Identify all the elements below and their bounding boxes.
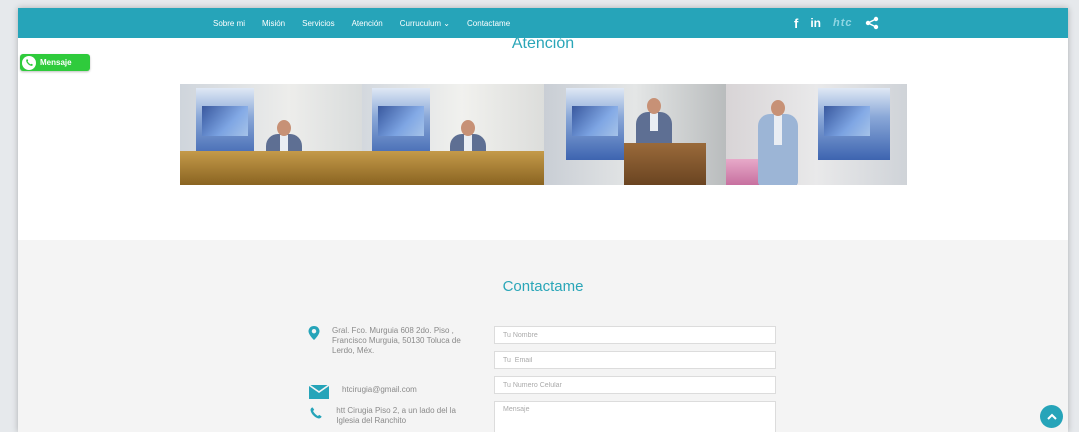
- nav-item-mision[interactable]: Misión: [262, 19, 285, 28]
- map-pin-icon: [308, 326, 320, 356]
- phone-icon: [308, 406, 324, 426]
- email-text: htcirugia@gmail.com: [342, 385, 417, 394]
- gallery-photo[interactable]: [362, 84, 544, 185]
- social-links: f in htc: [794, 8, 879, 38]
- linkedin-icon[interactable]: in: [810, 16, 821, 30]
- whatsapp-icon: [22, 55, 36, 70]
- contact-location: htt Cirugia Piso 2, a un lado del la Igl…: [308, 406, 478, 426]
- page-frame: Sobre mi Misión Servicios Atención Curru…: [18, 8, 1068, 432]
- contact-form: [494, 326, 776, 432]
- chevron-up-icon: [1046, 413, 1057, 420]
- nav-item-sobre-mi[interactable]: Sobre mi: [213, 19, 245, 28]
- photo-gallery: [180, 84, 907, 185]
- gallery-photo[interactable]: [726, 84, 907, 185]
- gallery-photo[interactable]: [544, 84, 726, 185]
- whatsapp-label: Mensaje: [40, 58, 72, 67]
- contact-title: Contactame: [502, 278, 584, 295]
- share-icon[interactable]: [865, 16, 879, 30]
- htc-logo[interactable]: htc: [833, 17, 853, 29]
- nav-item-servicios[interactable]: Servicios: [302, 19, 334, 28]
- contact-email: htcirugia@gmail.com: [308, 385, 478, 399]
- nav-menu: Sobre mi Misión Servicios Atención Curru…: [213, 8, 510, 38]
- location-text: htt Cirugia Piso 2, a un lado del la Igl…: [336, 406, 456, 425]
- gallery-photo[interactable]: [180, 84, 362, 185]
- facebook-icon[interactable]: f: [794, 16, 798, 31]
- message-textarea[interactable]: [494, 401, 776, 432]
- phone-input[interactable]: [494, 376, 776, 394]
- name-input[interactable]: [494, 326, 776, 344]
- email-input[interactable]: [494, 351, 776, 369]
- contact-address: Gral. Fco. Murguia 608 2do. Piso , Franc…: [308, 326, 478, 356]
- nav-item-curruculum-dropdown[interactable]: Curruculum ⌄: [400, 19, 450, 28]
- atencion-title: Atención: [511, 35, 575, 52]
- nav-item-contactame[interactable]: Contactame: [467, 19, 510, 28]
- scroll-to-top-button[interactable]: [1040, 405, 1063, 428]
- envelope-icon: [308, 385, 330, 399]
- top-navbar: Sobre mi Misión Servicios Atención Curru…: [18, 8, 1068, 38]
- address-text: Gral. Fco. Murguia 608 2do. Piso , Franc…: [332, 326, 461, 355]
- nav-item-atencion[interactable]: Atención: [352, 19, 383, 28]
- whatsapp-message-button[interactable]: Mensaje: [20, 54, 90, 71]
